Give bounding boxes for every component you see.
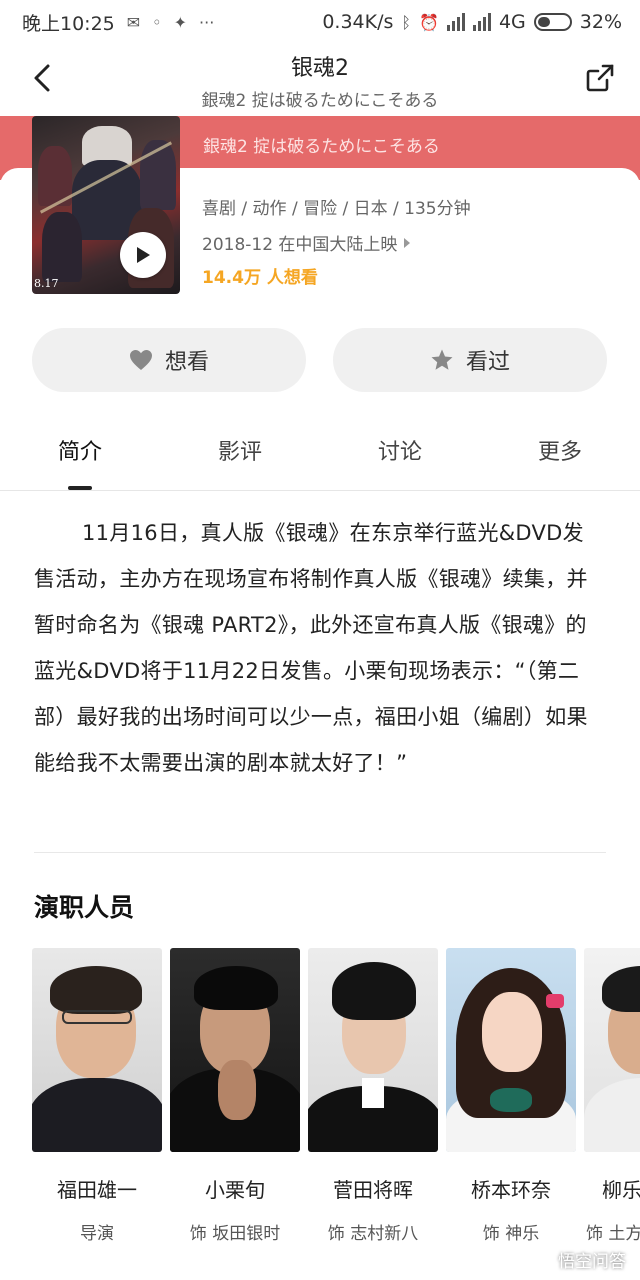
- cast-name: 菅田将晖: [333, 1178, 413, 1202]
- cast-role: 导演: [80, 1224, 114, 1244]
- cast-photo: [170, 948, 300, 1152]
- hero-band-subtitle: 銀魂2 掟は破るためにこそある: [203, 137, 440, 157]
- section-divider: [34, 852, 606, 853]
- cast-name: 桥本环奈: [471, 1178, 551, 1202]
- watched-button[interactable]: 看过: [333, 328, 607, 392]
- network-type: 4G: [498, 11, 526, 33]
- share-button[interactable]: [580, 58, 620, 98]
- cast-card[interactable]: 柳乐 饰 土方: [584, 948, 640, 1244]
- watermark-logo-icon: [531, 1249, 551, 1270]
- cast-role: 饰 志村新八: [327, 1224, 419, 1244]
- network-speed: 0.34K/s: [322, 11, 394, 33]
- tab-discussion[interactable]: 讨论: [340, 434, 460, 466]
- tab-more[interactable]: 更多: [500, 434, 620, 466]
- signal-icon: [446, 13, 465, 31]
- cast-card[interactable]: 福田雄一 导演: [32, 948, 162, 1244]
- want-to-watch-button[interactable]: 想看: [32, 328, 306, 392]
- cast-role: 饰 坂田银时: [189, 1224, 281, 1244]
- wish-count: 14.4万 人想看: [202, 268, 318, 288]
- star-icon: [431, 349, 453, 370]
- bluetooth-icon: ᛒ: [401, 12, 412, 32]
- more-notifications-icon: ···: [199, 12, 215, 32]
- cast-card[interactable]: 桥本环奈 饰 神乐: [446, 948, 576, 1244]
- watermark: 悟空问答: [530, 1247, 626, 1272]
- status-bar: 晚上10:25 ✉ ◦ ✦ ··· 0.34K/s ᛒ ⏰ 4G 32%: [0, 0, 640, 44]
- cast-card[interactable]: 菅田将晖 饰 志村新八: [308, 948, 438, 1244]
- release-info[interactable]: 2018-12 在中国大陆上映: [202, 230, 411, 255]
- alarm-icon: ⏰: [419, 12, 439, 32]
- heart-icon: [129, 350, 152, 370]
- cast-photo: [584, 948, 640, 1152]
- page-title: 银魂2: [291, 56, 349, 81]
- cast-list: 福田雄一 导演 小栗旬 饰 坂田银时 菅田将晖 饰 志村新八 桥本环奈 饰 神乐…: [32, 948, 640, 1248]
- tab-divider: [0, 490, 640, 491]
- chevron-right-icon: [404, 237, 411, 248]
- release-date: 2018-12 在中国大陆上映: [202, 235, 398, 255]
- cast-role: 饰 神乐: [482, 1224, 540, 1244]
- cast-name: 福田雄一: [57, 1178, 137, 1202]
- play-icon: [137, 247, 150, 263]
- want-to-watch-label: 想看: [164, 350, 209, 375]
- cast-photo: [32, 948, 162, 1152]
- page-subtitle: 銀魂2 掟は破るためにこそある: [201, 91, 439, 111]
- share-icon: [586, 64, 614, 92]
- status-time: 晚上10:25: [22, 12, 115, 35]
- cast-role: 饰 土方: [586, 1224, 640, 1244]
- cast-name: 小栗旬: [205, 1178, 265, 1202]
- cast-photo: [446, 948, 576, 1152]
- cast-card[interactable]: 小栗旬 饰 坂田银时: [170, 948, 300, 1244]
- play-trailer-button[interactable]: [120, 232, 166, 278]
- cast-section-title: 演职人员: [34, 893, 135, 922]
- movie-genres: 喜剧 / 动作 / 冒险 / 日本 / 135分钟: [202, 199, 471, 219]
- cast-photo: [308, 948, 438, 1152]
- watched-label: 看过: [465, 350, 510, 375]
- tab-intro[interactable]: 简介: [20, 434, 140, 466]
- tab-reviews[interactable]: 影评: [180, 434, 300, 466]
- battery-level: 32%: [579, 11, 622, 33]
- signal-icon-2: [472, 13, 491, 31]
- nav-bar: 银魂2 銀魂2 掟は破るためにこそある: [0, 44, 640, 116]
- app-icon: ✦: [173, 12, 188, 32]
- wechat-icon: ✉: [126, 12, 141, 32]
- cast-name: 柳乐: [602, 1178, 640, 1202]
- watermark-text: 悟空问答: [558, 1252, 626, 1272]
- notification-icon: ◦: [152, 12, 162, 32]
- battery-icon: [533, 13, 572, 31]
- poster-date: 8.17: [34, 277, 59, 290]
- tab-bar: 简介 影评 讨论 更多: [0, 420, 640, 492]
- movie-synopsis: 11月16日，真人版《银魂》在东京举行蓝光&DVD发售活动，主办方在现场宣布将制…: [34, 521, 588, 775]
